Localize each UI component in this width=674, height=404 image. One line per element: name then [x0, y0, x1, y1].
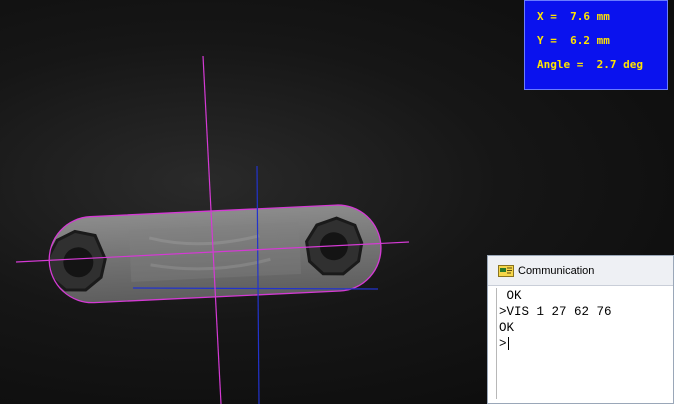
communication-log[interactable]: OK >VIS 1 27 62 76 OK >: [496, 288, 667, 399]
y-position-readout: Y = 6.2 mm: [537, 34, 610, 47]
text-caret: [507, 337, 509, 351]
communication-titlebar[interactable]: Communication: [488, 256, 673, 286]
window-title: Communication: [518, 264, 595, 277]
command-prompt[interactable]: >: [497, 336, 667, 352]
prompt-text: >: [499, 337, 507, 351]
x-position-readout: X = 7.6 mm: [537, 10, 610, 23]
angle-readout: Angle = 2.7 deg: [537, 58, 643, 71]
log-line: >VIS 1 27 62 76: [499, 305, 612, 319]
communication-window[interactable]: Communication OK >VIS 1 27 62 76 OK >: [487, 255, 674, 404]
measurement-panel: X = 7.6 mm Y = 6.2 mm Angle = 2.7 deg: [524, 0, 668, 90]
log-line: OK: [499, 289, 522, 303]
communication-icon: [498, 264, 514, 277]
log-line: OK: [499, 321, 515, 335]
